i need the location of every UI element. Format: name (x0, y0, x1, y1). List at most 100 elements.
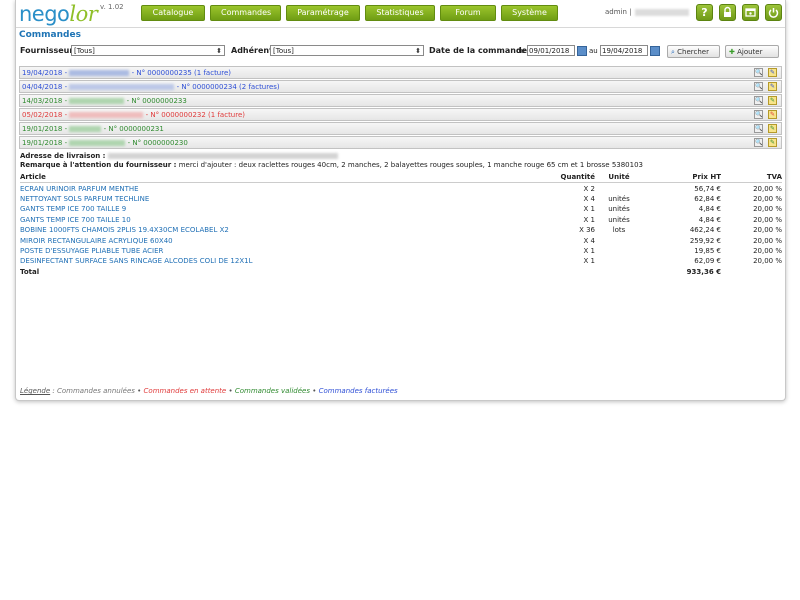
cell-tva: 20,00 % (753, 246, 782, 255)
logo[interactable]: negolor (19, 2, 98, 26)
table-row: GANTS TEMP ICE 700 TAILLE 9 X 1 unités 4… (20, 204, 782, 214)
table-header: Article Quantité Unité Prix HT TVA (20, 172, 782, 184)
order-date: 05/02/2018 (22, 111, 63, 119)
order-blurred-name (69, 140, 126, 146)
nav-catalogue[interactable]: Catalogue (141, 5, 205, 21)
edit-icon[interactable]: ✎ (768, 138, 777, 147)
cell-tva: 20,00 % (753, 257, 782, 266)
date-from-input[interactable]: 09/01/2018 (527, 45, 575, 56)
search-button-label: Chercher (677, 48, 709, 56)
article-link[interactable]: GANTS TEMP ICE 700 TAILLE 9 (20, 204, 560, 214)
order-row[interactable]: 19/01/2018 - - N° 0000000230 🔍 ✎ (19, 136, 782, 149)
view-icon[interactable]: 🔍 (754, 82, 763, 91)
order-date: 19/01/2018 (22, 125, 63, 133)
order-blurred-name (69, 70, 130, 76)
article-link[interactable]: ECRAN URINOIR PARFUM MENTHE (20, 183, 560, 194)
remark-row: Remarque à l'attention du fournisseur : … (20, 161, 782, 170)
order-row[interactable]: 14/03/2018 - - N° 0000000233 🔍 ✎ (19, 94, 782, 107)
cell-tva: 20,00 % (753, 236, 782, 245)
article-link[interactable]: POSTE D'ESSUYAGE PLIABLE TUBE ACIER (20, 246, 560, 256)
cell-quantite: X 1 (583, 246, 595, 255)
edit-icon[interactable]: ✎ (768, 82, 777, 91)
add-button-label: Ajouter (737, 48, 763, 56)
article-link[interactable]: BOBINE 1000FTS CHAMOIS 2PLIS 19.4X30CM E… (20, 225, 560, 235)
calendar-icon[interactable] (577, 46, 587, 56)
article-link[interactable]: MIROIR RECTANGULAIRE ACRYLIQUE 60X40 (20, 235, 560, 245)
add-button[interactable]: ✚ Ajouter (725, 45, 779, 58)
col-prix: Prix HT (643, 172, 721, 184)
order-row[interactable]: 19/01/2018 - - N° 0000000231 🔍 ✎ (19, 122, 782, 135)
cell-tva: 20,00 % (753, 184, 782, 193)
cell-prix: 62,84 € (694, 194, 721, 203)
edit-icon[interactable]: ✎ (768, 96, 777, 105)
table-row: NETTOYANT SOLS PARFUM TECHLINE X 4 unité… (20, 194, 782, 204)
search-icon: ⌕ (671, 48, 675, 56)
nav-statistiques[interactable]: Statistiques (365, 5, 435, 21)
order-blurred-name (69, 112, 144, 118)
nav-parametrage[interactable]: Paramétrage (286, 5, 360, 21)
legend-label: Légende (20, 387, 51, 395)
cell-unite (595, 246, 643, 256)
cell-quantite: X 4 (583, 236, 595, 245)
nav-systeme[interactable]: Système (501, 5, 558, 21)
cell-quantite: X 1 (583, 205, 595, 214)
edit-icon[interactable]: ✎ (768, 124, 777, 133)
app-version: v. 1.02 (100, 3, 124, 11)
table-row: BOBINE 1000FTS CHAMOIS 2PLIS 19.4X30CM E… (20, 225, 782, 235)
table-row: GANTS TEMP ICE 700 TAILLE 10 X 1 unités … (20, 215, 782, 225)
logo-part1: nego (19, 2, 70, 26)
cell-tva: 20,00 % (753, 226, 782, 235)
order-label: - N° 0000000234 (2 factures) (176, 83, 280, 91)
nav-forum[interactable]: Forum (440, 5, 496, 21)
lock-icon[interactable] (719, 4, 736, 21)
nav-commandes[interactable]: Commandes (210, 5, 281, 21)
cell-quantite: X 2 (583, 184, 595, 193)
date-to-input[interactable]: 19/04/2018 (600, 45, 648, 56)
cell-quantite: X 1 (583, 257, 595, 266)
search-button[interactable]: ⌕ Chercher (667, 45, 720, 58)
article-link[interactable]: NETTOYANT SOLS PARFUM TECHLINE (20, 194, 560, 204)
order-blurred-name (69, 98, 125, 104)
table-row: POSTE D'ESSUYAGE PLIABLE TUBE ACIER X 1 … (20, 246, 782, 256)
view-icon[interactable]: 🔍 (754, 96, 763, 105)
order-items-table: Article Quantité Unité Prix HT TVA ECRAN… (20, 172, 782, 277)
order-label: - N° 0000000232 (1 facture) (145, 111, 246, 119)
order-row[interactable]: 04/04/2018 - - N° 0000000234 (2 factures… (19, 80, 782, 93)
edit-icon[interactable]: ✎ (768, 68, 777, 77)
cell-quantite: X 4 (583, 194, 595, 203)
view-icon[interactable]: 🔍 (754, 124, 763, 133)
address-row: Adresse de livraison : (20, 152, 782, 161)
article-link[interactable]: GANTS TEMP ICE 700 TAILLE 10 (20, 215, 560, 225)
cell-tva: 20,00 % (753, 194, 782, 203)
adherent-label: Adhérent (231, 46, 273, 55)
order-details: Adresse de livraison : Remarque à l'atte… (20, 152, 782, 170)
power-icon[interactable] (765, 4, 782, 21)
order-row[interactable]: 05/02/2018 - - N° 0000000232 (1 facture)… (19, 108, 782, 121)
edit-icon[interactable]: ✎ (768, 110, 777, 119)
col-article: Article (20, 172, 560, 184)
view-icon[interactable]: 🔍 (754, 68, 763, 77)
cell-prix: 4,84 € (698, 205, 721, 214)
cell-prix: 56,74 € (694, 184, 721, 193)
cell-unite (595, 235, 643, 245)
user-info: admin | (605, 8, 689, 16)
view-icon[interactable]: 🔍 (754, 110, 763, 119)
cell-prix: 19,85 € (694, 246, 721, 255)
cell-prix: 259,92 € (689, 236, 721, 245)
cell-prix: 462,24 € (689, 226, 721, 235)
window-icon[interactable] (742, 4, 759, 21)
total-row: Total 933,36 € (20, 267, 782, 277)
article-link[interactable]: DESINFECTANT SURFACE SANS RINCAGE ALCODE… (20, 256, 560, 266)
cell-tva: 20,00 % (753, 215, 782, 224)
help-icon[interactable]: ? (696, 4, 713, 21)
cell-unite: lots (612, 226, 626, 235)
adherent-select[interactable]: [Tous] ⬍ (270, 45, 424, 56)
cell-prix: 62,09 € (694, 257, 721, 266)
remark-text: merci d'ajouter : deux raclettes rouges … (178, 161, 643, 169)
order-date: 04/04/2018 (22, 83, 63, 91)
order-row[interactable]: 19/04/2018 - - N° 0000000235 (1 facture)… (19, 66, 782, 79)
calendar-icon[interactable] (650, 46, 660, 56)
fournisseur-select[interactable]: [Tous] ⬍ (71, 45, 225, 56)
view-icon[interactable]: 🔍 (754, 138, 763, 147)
table-row: MIROIR RECTANGULAIRE ACRYLIQUE 60X40 X 4… (20, 235, 782, 245)
